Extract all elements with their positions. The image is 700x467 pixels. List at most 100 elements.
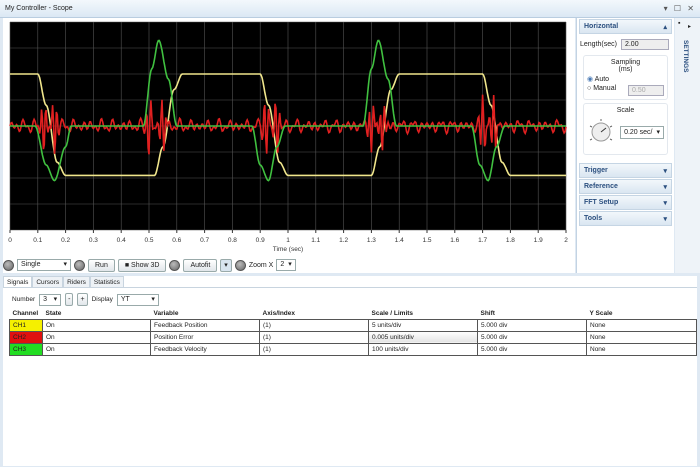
table-row[interactable]: CH2 On Position Error (1) 0.005 units/div 5.0… bbox=[9, 330, 697, 344]
length-row: Length(sec) 2.00 bbox=[580, 39, 671, 50]
sampling-unit: (ms) bbox=[618, 66, 633, 73]
mode-value: Single bbox=[21, 261, 41, 268]
length-input[interactable]: 2.00 bbox=[620, 39, 669, 50]
channel-cell[interactable]: CH2 bbox=[9, 330, 43, 344]
variable-cell[interactable]: Position Error bbox=[150, 330, 260, 344]
mode-select[interactable]: Single ▾ bbox=[17, 259, 71, 271]
display-label: Display bbox=[91, 296, 113, 303]
run-button[interactable]: Run bbox=[88, 258, 115, 272]
run-led-icon bbox=[74, 259, 85, 271]
reference-section-header[interactable]: Reference ▾ bbox=[579, 179, 672, 194]
variable-cell[interactable]: Feedback Velocity bbox=[150, 342, 260, 356]
number-value: 3 bbox=[43, 295, 48, 303]
axis-cell[interactable]: (1) bbox=[259, 330, 369, 344]
chevron-down-icon: ▾ bbox=[663, 168, 667, 175]
state-cell[interactable]: On bbox=[42, 318, 151, 332]
chevron-down-icon: ▾ bbox=[663, 184, 667, 191]
col-state: State bbox=[45, 310, 62, 318]
remove-signal-button[interactable]: - bbox=[65, 293, 74, 306]
show-3d-button[interactable]: ■ Show 3D bbox=[117, 258, 167, 272]
autofit-button[interactable]: Autofit bbox=[183, 258, 218, 272]
shift-cell[interactable]: 5.000 div bbox=[477, 318, 587, 332]
state-cell[interactable]: On bbox=[42, 330, 151, 344]
display-select[interactable]: YT ▾ bbox=[116, 293, 159, 306]
settings-rail[interactable]: ▪ ▸ SETTINGS bbox=[675, 18, 700, 273]
manual-radio[interactable]: ○ Manual 0.50 bbox=[587, 85, 664, 96]
tools-section-header[interactable]: Tools ▾ bbox=[579, 211, 672, 226]
table-row[interactable]: CH3 On Feedback Velocity (1) 100 units/div 5.… bbox=[9, 342, 697, 356]
x-tick-label: 0.4 bbox=[117, 237, 126, 244]
scale-group: Scale 0.20 sec/▾ bbox=[583, 103, 668, 155]
state-cell[interactable]: On bbox=[42, 342, 151, 356]
radio-unchecked-icon: ○ bbox=[587, 85, 592, 92]
x-tick-label: 1.6 bbox=[450, 237, 459, 244]
manual-input[interactable]: 0.50 bbox=[628, 85, 664, 96]
number-label: Number bbox=[12, 296, 36, 303]
x-tick-label: 0.9 bbox=[256, 237, 265, 244]
table-row[interactable]: CH1 On Feedback Position (1) 5 units/div 5.00… bbox=[9, 318, 697, 332]
zoom-select[interactable]: 2 ▾ bbox=[276, 259, 296, 271]
x-tick-label: 0.2 bbox=[61, 237, 70, 244]
scale-label: Scale bbox=[616, 107, 635, 114]
signals-controls: Number 3 ▾ - + Display YT ▾ bbox=[12, 293, 697, 306]
add-signal-button[interactable]: + bbox=[77, 293, 88, 306]
scale-cell[interactable]: 100 units/div bbox=[368, 342, 478, 356]
col-variable: Variable bbox=[153, 310, 179, 318]
x-tick-label: 0.5 bbox=[144, 237, 153, 244]
axis-cell[interactable]: (1) bbox=[259, 318, 369, 332]
x-tick-label: 0 bbox=[8, 237, 12, 244]
chevron-down-icon: ▾ bbox=[53, 295, 58, 303]
yscale-cell[interactable]: None bbox=[586, 330, 697, 344]
x-tick-label: 0.1 bbox=[33, 237, 42, 244]
sampling-label: Sampling bbox=[610, 59, 641, 66]
channel-cell[interactable]: CH3 bbox=[9, 342, 43, 356]
autofit-led-icon bbox=[169, 259, 181, 271]
show-3d-label: Show 3D bbox=[131, 261, 160, 269]
autofit-dropdown-button[interactable]: ▾ bbox=[220, 258, 232, 272]
shift-cell[interactable]: 5.000 div bbox=[477, 342, 587, 356]
x-tick-label: 1.9 bbox=[534, 237, 543, 244]
scope-panel: 0 0.1 0.2 0.3 0.4 0.5 0.6 0.7 0.8 0.9 1 1.1 1.2 1.3 1.… bbox=[3, 18, 575, 273]
status-led-icon bbox=[3, 259, 14, 271]
axis-cell[interactable]: (1) bbox=[259, 342, 369, 356]
tab-signals[interactable]: Signals bbox=[3, 276, 33, 287]
scale-cell[interactable]: 0.005 units/div bbox=[368, 330, 478, 344]
expand-arrow-icon[interactable]: ▸ bbox=[688, 23, 691, 30]
settings-rail-label: SETTINGS bbox=[682, 40, 689, 73]
trigger-section-header[interactable]: Trigger ▾ bbox=[579, 163, 672, 178]
x-tick-label: 1.1 bbox=[311, 237, 320, 244]
scope-chart[interactable]: 0 0.1 0.2 0.3 0.4 0.5 0.6 0.7 0.8 0.9 1 1.1 1.2 1.3 1.… bbox=[3, 18, 575, 258]
scale-cell[interactable]: 5 units/div bbox=[368, 318, 478, 332]
pin-icon[interactable]: ▪ bbox=[678, 20, 680, 27]
x-tick-label: 1.3 bbox=[367, 237, 376, 244]
fft-setup-section-header[interactable]: FFT Setup ▾ bbox=[579, 195, 672, 210]
tab-statistics[interactable]: Statistics bbox=[89, 276, 124, 287]
chevron-down-icon: ▾ bbox=[288, 261, 292, 268]
chevron-up-icon: ▴ bbox=[663, 24, 667, 31]
col-yscale: Y Scale bbox=[589, 310, 613, 318]
x-tick-label: 0.8 bbox=[228, 237, 237, 244]
auto-radio[interactable]: ◉ Auto bbox=[587, 75, 664, 83]
window-controls[interactable]: ▾ ☐ ✕ bbox=[664, 4, 696, 13]
variable-cell[interactable]: Feedback Position bbox=[150, 318, 260, 332]
channel-cell[interactable]: CH1 bbox=[9, 318, 43, 332]
x-axis-label: Time (sec) bbox=[273, 246, 303, 253]
tab-riders[interactable]: Riders bbox=[63, 276, 90, 287]
yscale-cell[interactable]: None bbox=[586, 342, 697, 356]
chevron-down-icon: ▾ bbox=[63, 261, 67, 268]
col-scale: Scale / Limits bbox=[371, 310, 414, 318]
yscale-cell[interactable]: None bbox=[586, 318, 697, 332]
scale-select[interactable]: 0.20 sec/▾ bbox=[620, 125, 664, 139]
x-tick-label: 1.2 bbox=[339, 237, 348, 244]
number-select[interactable]: 3 ▾ bbox=[39, 293, 62, 306]
scale-knob-icon[interactable] bbox=[587, 118, 615, 146]
signals-tabs: Signals Cursors Riders Statistics bbox=[3, 276, 697, 288]
zoom-label: Zoom X bbox=[248, 261, 274, 269]
title-bar: My Controller - Scope ▾ ☐ ✕ bbox=[0, 0, 700, 18]
horizontal-section-header[interactable]: Horizontal ▴ bbox=[579, 19, 672, 34]
shift-cell[interactable]: 5.000 div bbox=[477, 330, 587, 344]
trigger-label: Trigger bbox=[584, 167, 608, 174]
tab-cursors[interactable]: Cursors bbox=[32, 276, 64, 287]
tools-label: Tools bbox=[584, 215, 603, 222]
chevron-down-icon: ▾ bbox=[663, 200, 667, 207]
